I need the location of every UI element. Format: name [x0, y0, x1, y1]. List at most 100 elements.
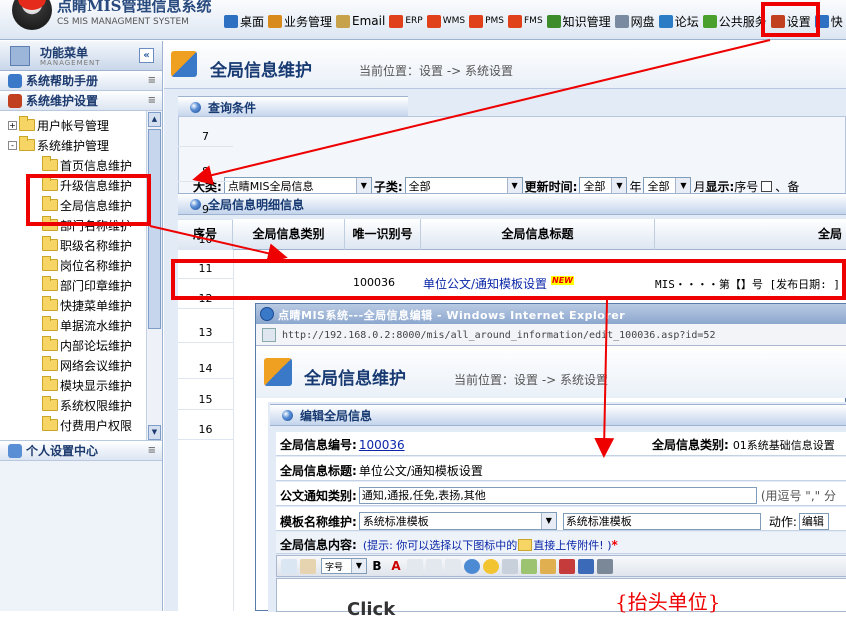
tree-item-label: 快捷菜单维护: [60, 298, 133, 313]
tree-item-15[interactable]: 付费用户权限: [42, 415, 132, 435]
scroll-up-icon[interactable]: ▲: [148, 112, 161, 127]
popup-page-header: 全局信息维护 当前位置：设置 -> 系统设置: [256, 346, 846, 398]
row-number: 15: [178, 390, 233, 410]
tree-item-0[interactable]: + 用户帐号管理: [8, 115, 109, 135]
row7-highlight-box: [171, 259, 846, 300]
nav-item-0[interactable]: 桌面: [224, 13, 264, 30]
row-number: 7: [178, 127, 233, 147]
tree-item-10[interactable]: 单据流水维护: [42, 315, 132, 335]
nav-item-7[interactable]: 知识管理: [546, 13, 611, 30]
folder-icon: [42, 396, 58, 411]
preview-icon[interactable]: [597, 558, 613, 574]
expand-icon: ≡: [147, 95, 156, 106]
section-help-manual[interactable]: 系统帮助手册 ≡: [0, 71, 162, 91]
col-category[interactable]: 全局信息类别: [233, 219, 345, 250]
menu-icon: [10, 46, 30, 66]
collapse-icon[interactable]: -: [8, 140, 17, 150]
template-label: 模板名称维护:: [280, 514, 357, 529]
section-personal[interactable]: 个人设置中心 ≡: [0, 441, 162, 461]
logo-icon: [12, 0, 52, 30]
popup-breadcrumb: 当前位置：设置 -> 系统设置: [454, 373, 609, 387]
scroll-thumb[interactable]: [148, 129, 161, 329]
tree-item-1[interactable]: - 系统维护管理: [8, 135, 109, 155]
tree-item-6[interactable]: 职级名称维护: [42, 235, 132, 255]
collapse-menu-button[interactable]: «: [139, 48, 154, 63]
tree-item-14[interactable]: 系统权限维护: [42, 395, 132, 415]
tree-item-7[interactable]: 岗位名称维护: [42, 255, 132, 275]
indent-icon[interactable]: [445, 558, 461, 574]
seq-checkbox[interactable]: [761, 180, 773, 192]
tree-item-label: 系统权限维护: [60, 398, 133, 413]
nav-item-2[interactable]: Email: [336, 14, 385, 28]
editor-content-area[interactable]: Click {抬头单位}: [276, 578, 846, 620]
col-id[interactable]: 唯一识别号: [345, 219, 421, 250]
action-label: 动作:: [768, 514, 797, 529]
paste-icon[interactable]: [300, 558, 316, 574]
scroll-down-icon[interactable]: ▼: [148, 425, 161, 440]
action-select[interactable]: 编辑: [798, 512, 829, 530]
url-text[interactable]: http://192.168.0.2:8000/mis/all_around_i…: [282, 330, 715, 341]
media-icon[interactable]: [540, 558, 556, 574]
row-number: 9: [178, 200, 233, 220]
query-title: 查询条件: [208, 100, 257, 115]
fms-globe-icon: [508, 14, 522, 28]
align-icon[interactable]: [407, 558, 423, 574]
row-number: 8: [178, 162, 233, 182]
link-globe-icon[interactable]: [464, 558, 480, 574]
nav-label: 公共服务: [718, 14, 767, 29]
breadcrumb: 当前位置：设置 -> 系统设置: [359, 64, 514, 78]
nav-item-4[interactable]: WMS: [426, 14, 465, 28]
tree-item-13[interactable]: 模块显示维护: [42, 375, 132, 395]
tree-scrollbar[interactable]: ▲ ▼: [146, 111, 162, 440]
month-select-value: 全部: [647, 180, 670, 193]
flash-icon[interactable]: [559, 558, 575, 574]
folder-icon: [42, 296, 58, 311]
tree-item-12[interactable]: 网络会议维护: [42, 355, 132, 375]
expand-icon[interactable]: +: [8, 120, 17, 130]
tree-item-8[interactable]: 部门印章维护: [42, 275, 132, 295]
popup-page-title: 全局信息维护: [304, 369, 406, 389]
mail-icon: [336, 14, 351, 28]
code-link[interactable]: 100036: [359, 438, 405, 452]
required-mark: *: [611, 537, 618, 552]
nav-item-3[interactable]: ERP: [389, 14, 423, 28]
col-title[interactable]: 全局信息标题: [421, 219, 655, 250]
nav-item-8[interactable]: 网盘: [614, 13, 655, 30]
folder-icon: [19, 136, 35, 151]
doc-type-input[interactable]: 通知,通报,任免,表扬,其他: [358, 487, 757, 504]
template-name-input[interactable]: 系统标准模板: [562, 512, 761, 530]
font-size-value: 字号: [325, 562, 344, 573]
nav-item-5[interactable]: PMS: [469, 14, 504, 28]
nav-item-9[interactable]: 论坛: [658, 13, 699, 30]
font-color-icon[interactable]: A: [388, 559, 404, 574]
bold-icon[interactable]: B: [369, 559, 385, 574]
template-select[interactable]: 系统标准模板 ▼: [358, 512, 557, 530]
tree-item-9[interactable]: 快捷菜单维护: [42, 295, 132, 315]
col-content[interactable]: 全局: [655, 219, 846, 250]
special-char-icon[interactable]: [502, 558, 518, 574]
nav-item-1[interactable]: 业务管理: [268, 13, 332, 30]
section-maintenance[interactable]: 系统维护设置 ≡: [0, 91, 162, 111]
ie-icon: [260, 307, 274, 321]
tree-item-11[interactable]: 内部论坛维护: [42, 335, 132, 355]
edit-panel-header: 编辑全局信息: [270, 404, 846, 426]
emoticon-icon[interactable]: [483, 558, 499, 574]
nav-item-10[interactable]: 公共服务: [702, 13, 767, 30]
popup-titlebar[interactable]: 点睛MIS系统---全局信息编辑 - Windows Internet Expl…: [256, 304, 846, 324]
upload-folder-icon[interactable]: [518, 538, 533, 551]
folder-icon: [42, 256, 58, 271]
content-label: 全局信息内容:: [280, 538, 357, 552]
image-icon[interactable]: [521, 558, 537, 574]
font-size-select[interactable]: 字号 ▼: [321, 558, 367, 574]
folder-icon: [19, 116, 35, 131]
undo-icon[interactable]: [281, 558, 297, 574]
folder-icon: [42, 236, 58, 251]
nav-label: PMS: [485, 16, 504, 26]
nav-item-6[interactable]: FMS: [508, 14, 543, 28]
tree-item-2[interactable]: 首页信息维护: [42, 155, 132, 175]
monitor-icon: [224, 14, 238, 28]
ordered-list-icon[interactable]: [426, 558, 442, 574]
nav-label: 快: [830, 14, 843, 29]
chevron-down-icon: ▼: [675, 178, 691, 194]
table-icon[interactable]: [578, 558, 594, 574]
